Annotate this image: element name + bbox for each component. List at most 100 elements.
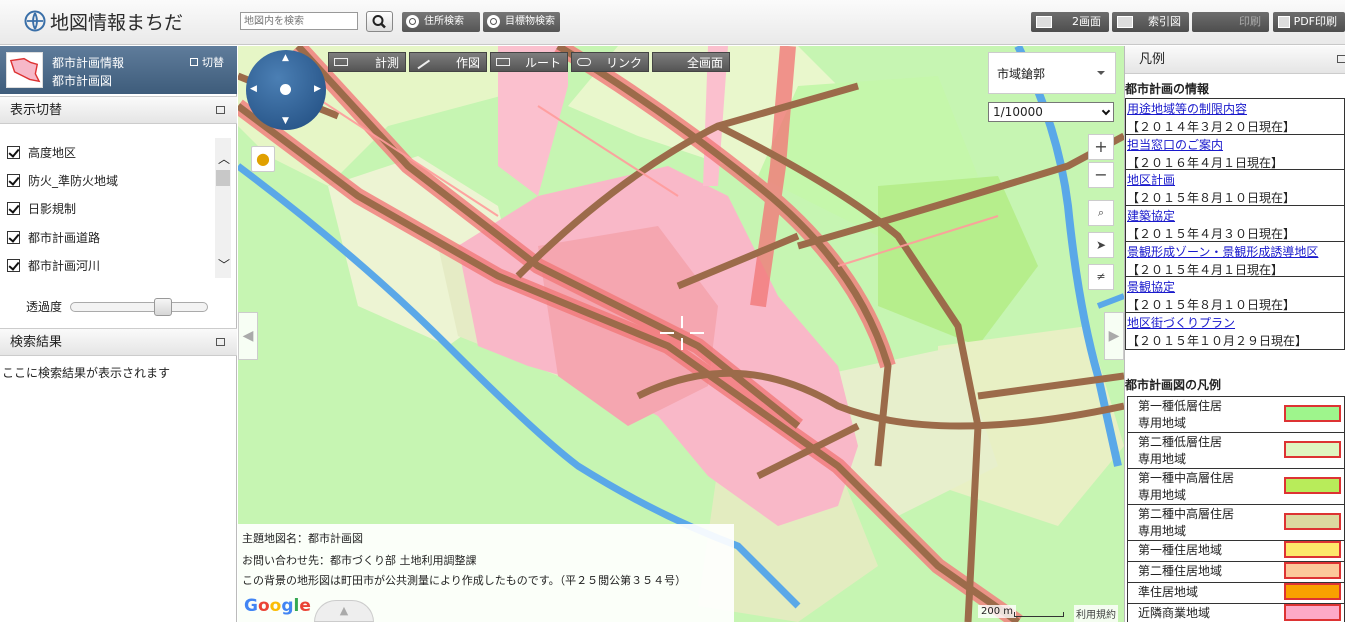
pan-center-icon[interactable] [280, 84, 291, 95]
legend-row: 第一種住居地域 [1128, 541, 1344, 562]
planning-info-table: 用途地域等の制限内容 【２０１４年３月２０日現在】 担当窓口のご案内 【２０１６… [1125, 98, 1345, 350]
google-logo-letter: o [269, 596, 282, 616]
popout-icon[interactable] [1337, 55, 1345, 63]
legend-title: 凡例 [1139, 52, 1166, 67]
map-search-input[interactable] [240, 12, 358, 30]
pan-up-icon[interactable]: ▲ [282, 53, 289, 63]
legend-content: 都市計画の情報 用途地域等の制限内容 【２０１４年３月２０日現在】 担当窓口のご… [1125, 74, 1345, 622]
layer-checkbox-fire-prevention[interactable]: 防火_準防火地域 [7, 171, 118, 191]
current-location-icon[interactable]: ➤ [1088, 232, 1114, 258]
zoom-out-button[interactable]: − [1088, 162, 1114, 188]
layer-checkbox-height-district[interactable]: 高度地区 [7, 143, 76, 163]
terms-link[interactable]: 利用規約 [1074, 605, 1118, 622]
scroll-down-icon[interactable]: ﹀ [218, 256, 230, 273]
index-map-icon [1117, 16, 1133, 28]
zoom-in-button[interactable]: + [1088, 134, 1114, 160]
expand-bottom-tab[interactable]: ▲ [314, 600, 374, 622]
search-results-placeholder: ここに検索結果が表示されます [2, 366, 171, 380]
search-button[interactable] [366, 11, 393, 32]
layer-switch-button[interactable]: 切替 [190, 54, 224, 70]
info-link-district-plan[interactable]: 地区計画 [1127, 171, 1175, 188]
pan-down-icon[interactable]: ▼ [282, 116, 289, 126]
google-logo[interactable]: Google [244, 596, 311, 616]
collapse-left-panel-icon[interactable]: ◀ [238, 312, 258, 360]
address-search-button[interactable]: 住所検索 [402, 12, 480, 32]
search-results-title: 検索結果 [10, 335, 63, 350]
info-link-contact[interactable]: 担当窓口のご案内 [1127, 136, 1223, 153]
layer-checkbox-shadow-regulation[interactable]: 日影規制 [7, 199, 76, 219]
layer-list-scrollbar[interactable]: ︿ ﹀ [215, 138, 231, 278]
draw-tool-button[interactable]: 作図 [409, 52, 487, 72]
scale-select-value: 1/10000 [993, 105, 1043, 119]
scale-select-dropdown[interactable]: 1/10000 [988, 102, 1114, 122]
info-link-landscape-zone[interactable]: 景観形成ゾーン・景観形成誘導地区 [1127, 243, 1318, 260]
area-select-dropdown[interactable]: 市域鎗郭 [988, 52, 1116, 94]
site-title[interactable]: 地図情報まちだ [50, 8, 183, 35]
print-label: 印刷 [1239, 15, 1261, 28]
scrollbar-thumb[interactable] [216, 170, 230, 186]
layer-checkbox-planned-rivers[interactable]: 都市計画河川 [7, 256, 100, 276]
legend-header[interactable]: 凡例 [1125, 46, 1345, 74]
layer-checkbox-planned-roads[interactable]: 都市計画道路 [7, 228, 100, 248]
link-icon [577, 58, 591, 66]
layer-thumbnail-icon [6, 52, 43, 88]
info-link-town-plan[interactable]: 地区街づくりプラン [1127, 314, 1235, 331]
zoom-area-icon[interactable]: ⌕ [1088, 200, 1114, 226]
measure-tool-button[interactable]: 計測 [328, 52, 406, 72]
two-screen-button[interactable]: 2画面 [1031, 12, 1109, 32]
magnifier-icon [372, 15, 386, 29]
legend-color-swatch [1284, 562, 1341, 579]
fullscreen-button[interactable]: 全画面 [652, 52, 730, 72]
legend-zone-name: 専用地域 [1138, 452, 1187, 466]
map-canvas[interactable]: ▲ ▼ ◀ ▶ 計測 作図 ルート リンク 全画面 ● 市域鎗郭 1/10000… [238, 46, 1124, 622]
pencil-icon [413, 54, 431, 70]
info-date: 【２０１５年８月１０日現在】 [1127, 191, 1296, 206]
info-date: 【２０１５年１０月２９日現在】 [1127, 334, 1308, 349]
layer-label: 防火_準防火地域 [28, 174, 119, 188]
landmark-search-button[interactable]: 目標物検索 [483, 12, 560, 32]
address-search-label: 住所検索 [424, 16, 464, 27]
google-logo-letter: o [257, 596, 270, 616]
legend-color-swatch [1284, 476, 1341, 494]
checkbox-icon[interactable] [7, 174, 20, 187]
compass-icon[interactable]: ≠ [1088, 264, 1114, 290]
legend-color-swatch [1284, 541, 1341, 558]
display-toggle-header[interactable]: 表示切替 [0, 96, 237, 124]
collapse-right-panel-icon[interactable]: ▶ [1104, 312, 1124, 360]
current-layer-box: 都市計画情報 都市計画図 切替 [0, 46, 237, 94]
pan-right-icon[interactable]: ▶ [314, 84, 321, 94]
pan-left-icon[interactable]: ◀ [250, 84, 257, 94]
popout-icon[interactable] [216, 338, 225, 346]
info-date: 【２０１６年４月１日現在】 [1127, 155, 1284, 170]
checkbox-icon[interactable] [7, 231, 20, 244]
street-view-pegman-icon[interactable]: ● [251, 146, 275, 172]
info-date: 【２０１５年８月１０日現在】 [1127, 298, 1296, 313]
info-link-land-use[interactable]: 用途地域等の制限内容 [1127, 100, 1247, 117]
pan-control[interactable]: ▲ ▼ ◀ ▶ [246, 50, 326, 130]
checkbox-icon[interactable] [7, 146, 20, 159]
layer-name-line2: 都市計画図 [52, 74, 113, 88]
legend-color-swatch [1284, 604, 1341, 621]
popout-icon[interactable] [216, 106, 225, 114]
route-tool-button[interactable]: ルート [490, 52, 568, 72]
ruler-icon [334, 58, 348, 66]
pdf-print-button[interactable]: PDF印刷 [1273, 12, 1345, 32]
layer-name-line1: 都市計画情報 [52, 56, 125, 70]
opacity-slider-knob[interactable] [154, 298, 172, 316]
opacity-slider-track[interactable] [70, 302, 208, 312]
info-row: 建築協定 【２０１５年４月３０日現在】 [1126, 206, 1344, 242]
info-link-building-agreement[interactable]: 建築協定 [1127, 207, 1175, 224]
checkbox-icon[interactable] [7, 202, 20, 215]
print-button[interactable]: 印刷 [1192, 12, 1269, 32]
scroll-up-icon[interactable]: ︿ [218, 150, 230, 167]
opacity-label: 透過度 [26, 300, 63, 314]
legend-color-swatch [1284, 512, 1341, 530]
theme-map-name: 主題地図名：都市計画図 [242, 532, 363, 545]
checkbox-icon[interactable] [7, 259, 20, 272]
search-results-header[interactable]: 検索結果 [0, 328, 237, 356]
index-map-button[interactable]: 索引図 [1112, 12, 1189, 32]
info-link-landscape-agreement[interactable]: 景観協定 [1127, 278, 1175, 295]
layer-switch-label: 切替 [202, 56, 224, 69]
link-tool-button[interactable]: リンク [571, 52, 649, 72]
info-date: 【２０１５年４月３０日現在】 [1127, 227, 1296, 242]
